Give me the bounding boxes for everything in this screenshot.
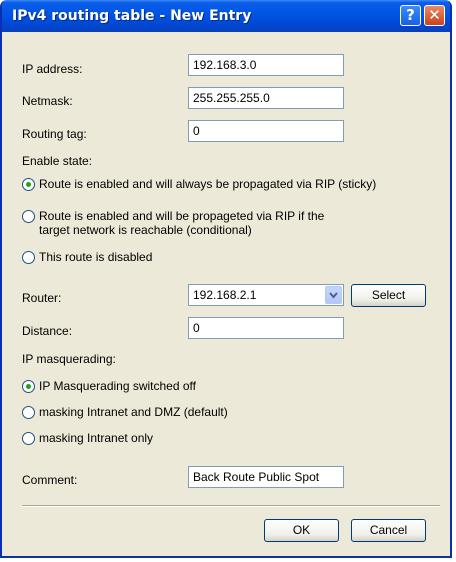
router-label: Router: — [22, 291, 62, 305]
netmask-input[interactable]: 255.255.255.0 — [188, 87, 344, 109]
dropdown-arrow-icon[interactable] — [325, 286, 342, 304]
title-bar[interactable]: IPv4 routing table - New Entry ? ✕ — [2, 0, 450, 32]
radio-selected-icon[interactable] — [22, 380, 35, 393]
radio-unselected-icon[interactable] — [22, 432, 35, 445]
dialog-content: IP address: 192.168.3.0 Netmask: 255.255… — [2, 32, 450, 556]
routing-tag-input[interactable]: 0 — [188, 120, 344, 142]
radio-masq-off[interactable]: IP Masquerading switched off — [22, 379, 196, 393]
radio-enabled-conditional-label: Route is enabled and will be propageted … — [39, 209, 325, 237]
close-button[interactable]: ✕ — [424, 5, 445, 26]
radio-masq-intranet-dmz-label: masking Intranet and DMZ (default) — [39, 405, 228, 419]
radio-enabled-sticky[interactable]: Route is enabled and will always be prop… — [22, 177, 376, 191]
radio-route-disabled[interactable]: This route is disabled — [22, 250, 152, 264]
netmask-label: Netmask: — [22, 94, 73, 108]
radio-enabled-sticky-label: Route is enabled and will always be prop… — [39, 177, 377, 191]
button-separator — [22, 505, 440, 507]
router-combobox[interactable]: 192.168.2.1 — [188, 284, 344, 306]
radio-unselected-icon[interactable] — [22, 210, 35, 223]
help-button[interactable]: ? — [400, 5, 421, 26]
distance-label: Distance: — [22, 324, 73, 338]
dialog-window: IPv4 routing table - New Entry ? ✕ IP ad… — [0, 0, 452, 558]
comment-label: Comment: — [22, 473, 78, 487]
comment-input[interactable]: Back Route Public Spot — [188, 466, 344, 488]
radio-unselected-icon[interactable] — [22, 406, 35, 419]
window-title: IPv4 routing table - New Entry — [12, 8, 252, 24]
ip-masquerading-label: IP masquerading: — [22, 352, 116, 366]
ip-address-label: IP address: — [22, 62, 83, 76]
distance-input[interactable]: 0 — [188, 317, 344, 339]
ok-button[interactable]: OK — [264, 519, 339, 542]
radio-unselected-icon[interactable] — [22, 251, 35, 264]
radio-masq-off-label: IP Masquerading switched off — [39, 379, 196, 393]
radio-route-disabled-label: This route is disabled — [39, 250, 153, 264]
select-button[interactable]: Select — [351, 284, 426, 307]
radio-enabled-conditional[interactable]: Route is enabled and will be propageted … — [22, 209, 352, 237]
enable-state-label: Enable state: — [22, 154, 93, 168]
radio-masq-intranet-dmz[interactable]: masking Intranet and DMZ (default) — [22, 405, 228, 419]
radio-masq-intranet-only-label: masking Intranet only — [39, 431, 154, 445]
radio-selected-icon[interactable] — [22, 178, 35, 191]
routing-tag-label: Routing tag: — [22, 127, 87, 141]
cancel-button[interactable]: Cancel — [351, 519, 426, 542]
radio-masq-intranet-only[interactable]: masking Intranet only — [22, 431, 153, 445]
router-value: 192.168.2.1 — [193, 288, 257, 302]
ip-address-input[interactable]: 192.168.3.0 — [188, 54, 344, 76]
